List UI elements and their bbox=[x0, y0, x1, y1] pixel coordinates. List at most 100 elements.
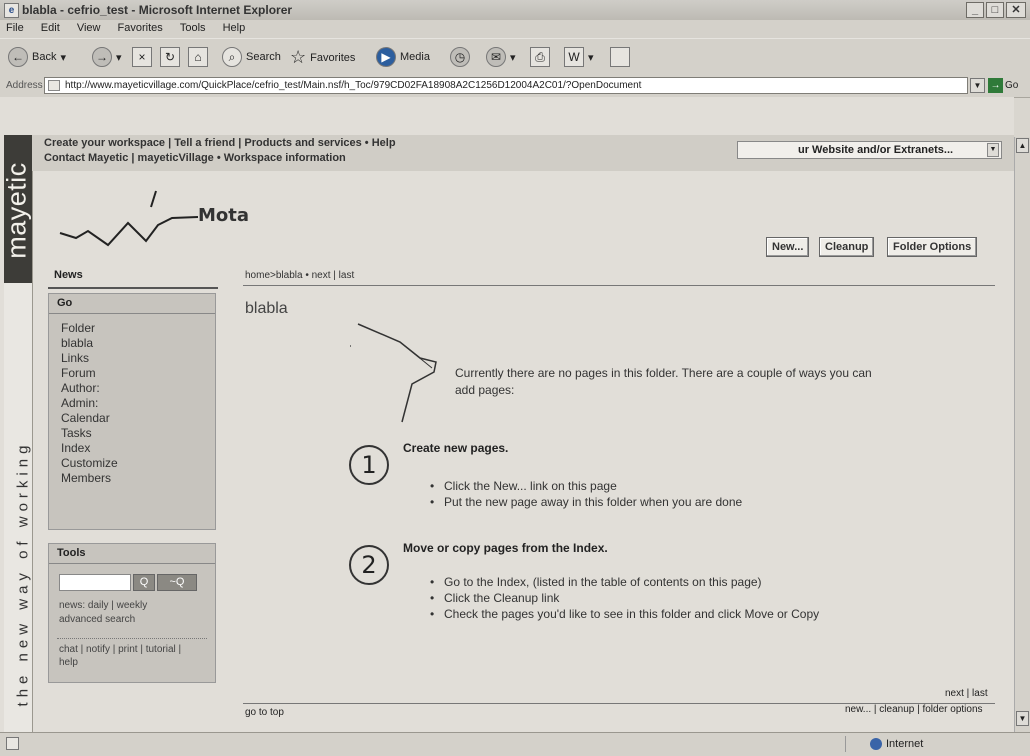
advanced-search-button[interactable]: ~Q bbox=[157, 574, 197, 591]
nav-item-folder[interactable]: Folder bbox=[61, 321, 118, 336]
cleanup-button[interactable]: Cleanup bbox=[819, 237, 875, 257]
search-button[interactable]: ⌕ Search bbox=[222, 47, 281, 67]
maximize-button[interactable]: □ bbox=[986, 2, 1004, 18]
note-icon bbox=[610, 47, 630, 67]
back-button[interactable]: ← Back ▾ bbox=[8, 47, 66, 67]
go-arrow-icon: → bbox=[988, 78, 1003, 93]
address-dropdown-button[interactable]: ▼ bbox=[970, 78, 985, 93]
word-icon: W bbox=[564, 47, 584, 67]
search-label: Search bbox=[246, 51, 281, 63]
favorites-button[interactable]: ☆ Favorites bbox=[290, 47, 355, 68]
minimize-button[interactable]: _ bbox=[966, 2, 984, 18]
nav-item-blabla[interactable]: blabla bbox=[61, 336, 118, 351]
menu-view[interactable]: View bbox=[77, 22, 101, 34]
advanced-search-link[interactable]: advanced search bbox=[59, 613, 135, 626]
top-links-bar: Create your workspace | Tell a friend | … bbox=[32, 135, 1014, 171]
nav-item-index[interactable]: Index bbox=[61, 441, 118, 456]
home-button[interactable]: ⌂ bbox=[188, 47, 208, 67]
print-button[interactable]: ⎙ bbox=[530, 47, 550, 67]
vertical-scrollbar[interactable]: ▲ ▼ bbox=[1014, 137, 1030, 732]
tools-dotted-divider bbox=[57, 638, 207, 639]
refresh-button[interactable]: ↻ bbox=[160, 47, 180, 67]
place-logo: Mota bbox=[48, 183, 249, 263]
nav-divider bbox=[49, 313, 215, 314]
address-input[interactable]: http://www.mayeticvillage.com/QuickPlace… bbox=[44, 77, 968, 94]
website-select[interactable]: ur Website and/or Extranets... ▼ bbox=[737, 141, 1002, 159]
tagline: the new way of working bbox=[14, 440, 32, 707]
media-label: Media bbox=[400, 51, 430, 63]
nav-item-forum[interactable]: Forum bbox=[61, 366, 118, 381]
breadcrumb[interactable]: home>blabla • next | last bbox=[245, 270, 354, 281]
nav-item-tasks[interactable]: Tasks bbox=[61, 426, 118, 441]
favorites-label: Favorites bbox=[310, 51, 356, 64]
tools-box: Tools Q ~Q news: daily | weekly advanced… bbox=[48, 543, 216, 683]
go-to-top-link[interactable]: go to top bbox=[245, 707, 284, 718]
folder-options-button[interactable]: Folder Options bbox=[887, 237, 978, 257]
menu-tools[interactable]: Tools bbox=[180, 22, 206, 34]
search-button[interactable]: Q bbox=[133, 574, 155, 591]
list-item: Click the Cleanup link bbox=[430, 590, 819, 606]
status-bar: Internet bbox=[0, 732, 1030, 756]
nav-item-customize[interactable]: Customize bbox=[61, 456, 118, 471]
new-button[interactable]: New... bbox=[766, 237, 810, 257]
mayetic-logo[interactable]: mayetic bbox=[1, 135, 32, 283]
nav-item-links[interactable]: Links bbox=[61, 351, 118, 366]
menu-help[interactable]: Help bbox=[223, 22, 246, 34]
chevron-down-icon: ▾ bbox=[116, 51, 122, 64]
nav-item-admin[interactable]: Admin: bbox=[61, 396, 118, 411]
scroll-down-button[interactable]: ▼ bbox=[1016, 711, 1029, 726]
menu-edit[interactable]: Edit bbox=[41, 22, 60, 34]
search-input[interactable] bbox=[59, 574, 131, 591]
list-item: Put the new page away in this folder whe… bbox=[430, 494, 742, 510]
go-label: Go bbox=[1005, 80, 1019, 91]
help-link[interactable]: help bbox=[59, 656, 78, 669]
scroll-up-button[interactable]: ▲ bbox=[1016, 138, 1029, 153]
edit-button[interactable]: W ▾ bbox=[564, 47, 594, 67]
nav-item-members[interactable]: Members bbox=[61, 471, 118, 486]
history-button[interactable]: ◷ bbox=[450, 47, 470, 67]
footer-options[interactable]: new... | cleanup | folder options bbox=[845, 704, 983, 715]
news-label: News bbox=[54, 269, 83, 281]
menu-favorites[interactable]: Favorites bbox=[118, 22, 163, 34]
website-select-value: ur Website and/or Extranets... bbox=[798, 144, 954, 156]
step-1-icon: 1 bbox=[349, 445, 389, 485]
address-url: http://www.mayeticvillage.com/QuickPlace… bbox=[65, 80, 642, 91]
news-header[interactable]: News bbox=[48, 265, 218, 289]
list-item: Check the pages you'd like to see in thi… bbox=[430, 606, 819, 622]
window-title: blabla - cefrio_test - Microsoft Interne… bbox=[22, 3, 293, 17]
nav-box: Go Folder blabla Links Forum Author: Adm… bbox=[48, 293, 216, 530]
tools-divider bbox=[49, 563, 215, 564]
ie-icon: e bbox=[4, 3, 19, 18]
chevron-down-icon: ▾ bbox=[60, 51, 66, 64]
security-zone: Internet bbox=[870, 738, 923, 750]
mail-icon: ✉ bbox=[486, 47, 506, 67]
media-button[interactable]: ▶ Media bbox=[376, 47, 430, 67]
empty-folder-illustration bbox=[350, 323, 437, 423]
stop-button[interactable]: × bbox=[132, 47, 152, 67]
top-links-line2[interactable]: Contact Mayetic | mayeticVillage • Works… bbox=[44, 152, 346, 164]
top-links-line1[interactable]: Create your workspace | Tell a friend | … bbox=[44, 137, 396, 149]
mayetic-logo-text: mayetic bbox=[1, 162, 32, 259]
tools-label: Tools bbox=[57, 547, 86, 559]
close-button[interactable]: ✕ bbox=[1006, 2, 1026, 18]
print-icon: ⎙ bbox=[530, 47, 550, 67]
address-label: Address bbox=[6, 80, 43, 91]
tools-links[interactable]: chat | notify | print | tutorial | bbox=[59, 643, 181, 656]
footer-next-last[interactable]: next | last bbox=[945, 688, 988, 699]
step-1-heading: Create new pages. bbox=[403, 441, 509, 455]
page-status-icon bbox=[6, 737, 19, 750]
mail-button[interactable]: ✉ ▾ bbox=[486, 47, 516, 67]
news-links[interactable]: news: daily | weekly bbox=[59, 599, 147, 612]
home-icon: ⌂ bbox=[188, 47, 208, 67]
menu-file[interactable]: File bbox=[6, 22, 24, 34]
chevron-down-icon: ▾ bbox=[510, 51, 516, 64]
globe-icon bbox=[870, 738, 882, 750]
nav-item-calendar[interactable]: Calendar bbox=[61, 411, 118, 426]
forward-button[interactable]: → ▾ bbox=[92, 47, 122, 67]
discuss-button[interactable] bbox=[610, 47, 630, 67]
nav-item-author[interactable]: Author: bbox=[61, 381, 118, 396]
toolbar: ← Back ▾ → ▾ × ↻ ⌂ ⌕ Search ☆ Favorites … bbox=[0, 38, 1030, 76]
step-2-list: Go to the Index, (listed in the table of… bbox=[430, 574, 819, 622]
go-button[interactable]: → Go bbox=[988, 78, 1018, 93]
back-arrow-icon: ← bbox=[8, 47, 28, 67]
